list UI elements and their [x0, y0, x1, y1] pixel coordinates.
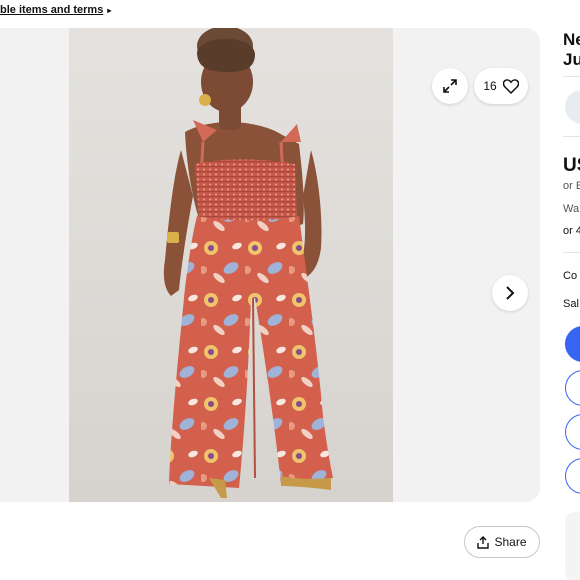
or-best-offer-text: or E — [563, 180, 580, 192]
divider — [563, 252, 580, 253]
info-card — [565, 512, 580, 580]
like-count: 16 — [483, 79, 497, 93]
seller-avatar[interactable] — [565, 90, 580, 124]
like-button[interactable]: 16 — [474, 68, 528, 104]
item-price: US — [563, 155, 580, 176]
divider — [563, 76, 580, 77]
make-offer-button[interactable] — [565, 414, 580, 450]
model-illustration — [163, 28, 333, 498]
listing-title-line-2: Ju — [563, 50, 580, 69]
heart-icon — [502, 78, 519, 94]
divider — [563, 136, 580, 137]
see-details-link-text[interactable]: ble items and terms — [0, 4, 103, 16]
buy-it-now-button[interactable] — [565, 326, 580, 362]
listing-title: Ne Ju — [563, 30, 580, 70]
condition-label: Co — [563, 270, 578, 282]
image-gallery[interactable]: 16 — [0, 28, 540, 502]
add-to-cart-button[interactable] — [565, 370, 580, 406]
share-label[interactable]: Share — [494, 535, 526, 549]
listing-details-panel: Ne Ju US or E Wa or 4 Co Sal — [563, 0, 580, 580]
sale-label: Sal — [563, 298, 579, 310]
watchers-text: Wa — [563, 203, 580, 215]
share-button[interactable]: Share — [464, 526, 540, 558]
expand-icon — [443, 79, 457, 93]
installments-text[interactable]: or 4 — [563, 225, 580, 237]
see-details-link[interactable]: ble items and terms ▸ — [0, 4, 111, 16]
share-icon — [477, 535, 490, 549]
expand-button[interactable] — [432, 68, 468, 104]
listing-title-line-1: Ne — [563, 30, 580, 49]
triangle-right-icon: ▸ — [107, 6, 112, 15]
add-to-watchlist-button[interactable] — [565, 458, 580, 494]
product-photo[interactable] — [69, 28, 393, 502]
next-image-button[interactable] — [492, 275, 528, 311]
chevron-right-icon — [506, 286, 515, 300]
